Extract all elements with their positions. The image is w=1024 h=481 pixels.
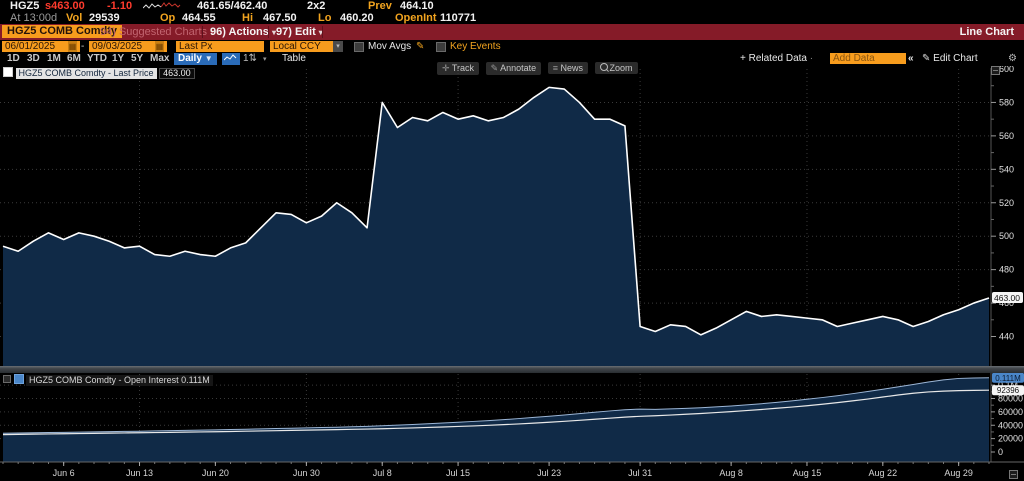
vol-value: 29539 [89,12,120,24]
x-axis-label: Jul 15 [446,468,470,478]
op-value: 464.55 [182,12,216,24]
price-area [3,87,989,366]
quote-row-2: At 13:00d Vol 29539 Op 464.55 Hi 467.50 … [0,12,1024,24]
chart-type-label: Line Chart [960,24,1014,40]
hi-value: 467.50 [263,12,297,24]
menu-actions[interactable]: 96) Actions ▾ [210,24,276,41]
date-to-input[interactable]: 09/03/2025▦ [89,41,167,52]
main-legend-value: 463.00 [159,68,195,79]
oi-badge-text: 0.111M [995,374,1021,383]
currency-select[interactable]: Local CCY [270,41,336,52]
collapse-button[interactable]: « [908,53,914,64]
secondary-badge-text: 92396 [997,386,1020,395]
x-axis-label: Jul 31 [628,468,652,478]
y-axis-label: 560 [999,131,1014,141]
lower-legend: HGZ5 COMB Comdty - Open Interest 0.111M [3,374,213,385]
x-axis-label: Jun 30 [293,468,320,478]
y-axis-label: 500 [999,231,1014,241]
x-axis-label: Aug 29 [944,468,973,478]
prev-value: 464.10 [400,0,434,12]
x-axis-label: Aug 22 [869,468,898,478]
quote-row-1: HGZ5 s463.00 -1.10 461.65/462.40 2x2 Pre… [0,0,1024,12]
edit-chart-button[interactable]: ✎ Edit Chart [922,53,978,64]
y-axis-label: 540 [999,164,1014,174]
hi-label: Hi [242,12,253,24]
x-axis-label: Jun 13 [126,468,153,478]
period-tab-1m[interactable]: 1M [47,53,61,64]
prev-label: Prev [368,0,392,12]
ticker-symbol: HGZ5 [10,0,39,12]
lower-y-axis-label: 60000 [998,407,1023,417]
lot-size: 2x2 [307,0,325,12]
more-tools-caret[interactable]: ▾ [263,55,267,63]
period-tab-1d[interactable]: 1D [7,53,20,64]
openint-value: 110771 [440,12,476,24]
price-change: -1.10 [107,0,132,12]
period-tab-5y[interactable]: 5Y [131,53,143,64]
control-row-dates: 06/01/2025▦ - 09/03/2025▦ Last Px Local … [0,41,1024,53]
bid-ask: 461.65/462.40 [197,0,267,12]
last-price-badge-text: 463.00 [994,293,1020,303]
last-price: s463.00 [45,0,85,12]
lower-y-axis-label: 40000 [998,420,1023,430]
date-range-dash: - [81,41,84,52]
lower-y-axis-label: 20000 [998,434,1023,444]
x-axis-label: Jun 20 [202,468,229,478]
gear-icon[interactable]: ⚙ [1008,53,1017,64]
line-chart-toggle[interactable] [222,53,240,65]
period-tab-max[interactable]: Max [150,53,169,64]
lo-value: 460.20 [340,12,374,24]
op-label: Op [160,12,175,24]
menu-suggested-charts[interactable]: 94) Suggested Charts ▾ [100,24,214,41]
time-label: At 13:00d [10,12,57,24]
related-data-button[interactable]: + Related Data · [740,53,813,64]
x-axis-label: Jun 6 [53,468,75,478]
y-axis-label: 580 [999,97,1014,107]
date-from-input[interactable]: 06/01/2025▦ [2,41,80,52]
period-tab-ytd[interactable]: YTD [87,53,107,64]
lower-y-axis-label: 0 [998,447,1003,457]
currency-dropdown-arrow[interactable]: ▾ [333,41,343,52]
add-data-input[interactable]: Add Data [830,53,906,64]
title-bar: HGZ5 COMB Comdty 94) Suggested Charts ▾ … [0,24,1024,40]
movavgs-label[interactable]: Mov Avgs [368,41,411,52]
pencil-icon[interactable]: ✎ [416,41,424,52]
vol-label: Vol [66,12,82,24]
keyevents-label[interactable]: Key Events [450,41,501,52]
x-axis-label: Jul 8 [373,468,392,478]
panel-divider[interactable] [0,366,1024,373]
panel-expand-icon[interactable] [991,66,1000,75]
oi-series-checkbox[interactable] [14,374,24,384]
bottom-panel-icon[interactable] [1009,470,1018,479]
period-tab-3d[interactable]: 3D [27,53,40,64]
series-checkbox[interactable] [3,67,13,77]
period-tab-6m[interactable]: 6M [67,53,81,64]
x-axis-label: Aug 15 [793,468,822,478]
frequency-select[interactable]: Daily ▼ [174,53,217,65]
openint-label: OpenInt [395,12,437,24]
table-button[interactable]: Table [282,53,306,64]
y-axis-label: 440 [999,332,1014,342]
panel-drag-handle[interactable] [3,375,11,383]
y-axis-label: 520 [999,198,1014,208]
y-axis-label: 600 [999,66,1014,74]
x-axis-label: Jul 23 [537,468,561,478]
main-legend: HGZ5 COMB Comdty - Last Price 463.00 [3,67,195,78]
lower-legend-label[interactable]: HGZ5 COMB Comdty - Open Interest 0.111M [26,375,213,386]
study-input[interactable]: Last Px [176,41,264,52]
y-axis-label: 480 [999,265,1014,275]
lo-label: Lo [318,12,331,24]
period-tab-1y[interactable]: 1Y [112,53,124,64]
main-legend-label[interactable]: HGZ5 COMB Comdty - Last Price [16,68,157,79]
bloomberg-terminal-chart: { "quote_bar": { "ticker": "HGZ5", "last… [0,0,1024,481]
x-axis-label: Aug 8 [719,468,743,478]
compare-icon[interactable]: 1⇅ [243,53,257,64]
menu-edit[interactable]: 97) Edit ▾ [276,24,323,41]
price-chart[interactable]: 6005805605405205004804604400200004000060… [0,66,1024,481]
